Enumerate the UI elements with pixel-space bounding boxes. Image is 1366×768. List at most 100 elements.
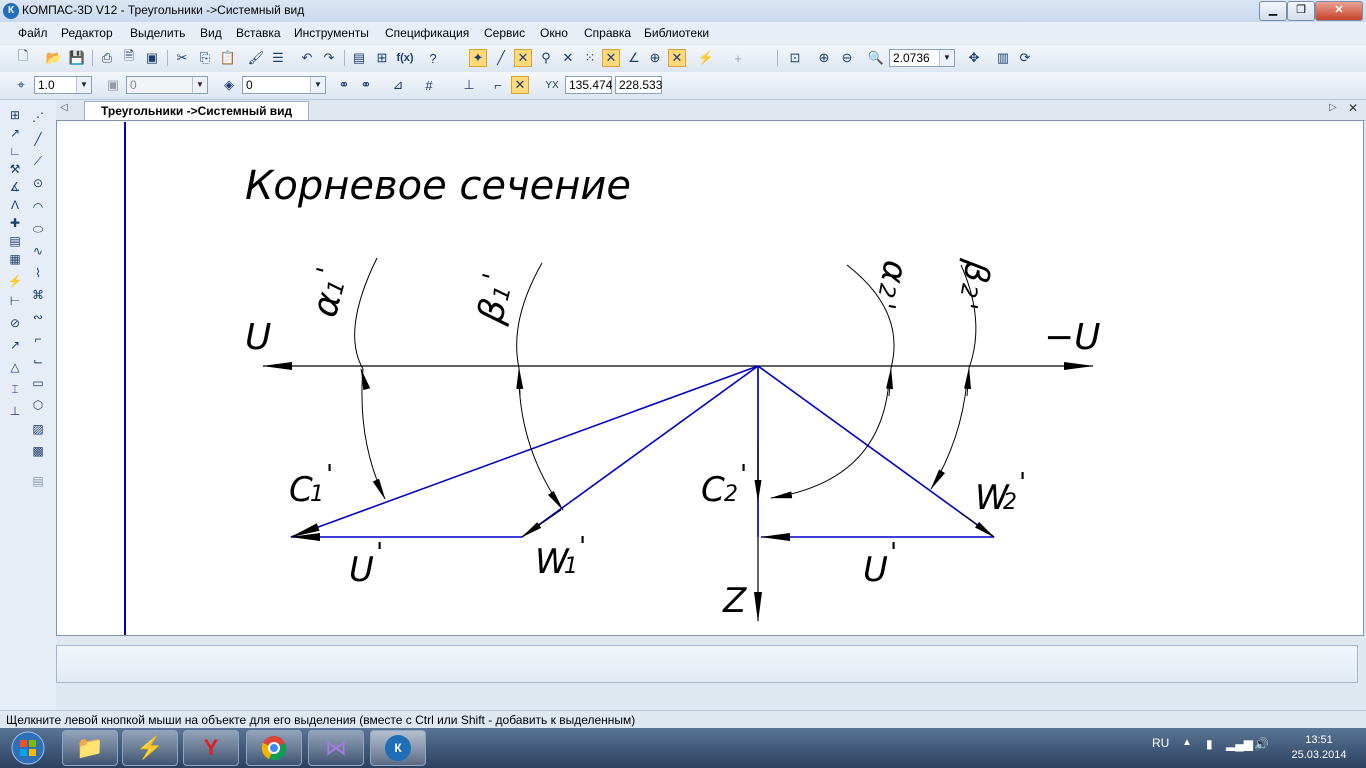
menu-window[interactable]: Окно xyxy=(540,26,568,40)
undo-button[interactable]: ↶ xyxy=(298,49,316,67)
menu-editor[interactable]: Редактор xyxy=(61,26,113,40)
clock[interactable]: 13:51 25.03.2014 xyxy=(1286,733,1352,763)
snap-angle-button[interactable]: ✕ xyxy=(559,49,577,67)
tool-aux-line[interactable]: ╱ xyxy=(29,130,47,148)
tool-geometry[interactable]: ⊞ xyxy=(6,106,24,124)
snaps-active-button[interactable]: ✕ xyxy=(511,76,529,94)
close-button[interactable]: ✕ xyxy=(1315,1,1363,21)
snap-normal-button[interactable]: ✕ xyxy=(602,49,620,67)
zoom-combo[interactable]: 2.0736 ▼ xyxy=(889,49,955,67)
menu-insert[interactable]: Вставка xyxy=(236,26,281,40)
tool-fill[interactable]: ▩ xyxy=(29,442,47,460)
tab-triangles[interactable]: Треугольники ->Системный вид xyxy=(84,101,310,120)
tool-arc-dim[interactable]: ⌶ xyxy=(6,380,24,398)
print-preview-button[interactable]: ▣ xyxy=(143,49,161,67)
tool-dimensions[interactable]: ↗ xyxy=(6,124,24,142)
tool-macro[interactable]: ▤ xyxy=(29,472,47,490)
tool-edit[interactable]: ⚒ xyxy=(6,160,24,178)
tool-fillet[interactable]: ⌐ xyxy=(29,330,47,348)
tool-arc[interactable]: ◠ xyxy=(29,198,47,216)
refresh-view-button[interactable]: ▥ xyxy=(994,49,1012,67)
print-button[interactable]: ⎙ xyxy=(98,49,116,67)
redo-button[interactable]: ↷ xyxy=(320,49,338,67)
open-button[interactable]: 📂 xyxy=(45,49,63,67)
grid-button[interactable]: # xyxy=(420,76,438,94)
view-number-combo[interactable]: 0 ▼ xyxy=(126,76,208,94)
snap-grid-button[interactable]: ⁙ xyxy=(581,49,599,67)
context-help-button[interactable]: ? xyxy=(424,49,442,67)
tool-select[interactable]: ✚ xyxy=(6,214,24,232)
taskbar-visual-studio[interactable]: ⋈ xyxy=(308,730,364,766)
tree-button[interactable]: ⊞ xyxy=(373,49,391,67)
tool-spec[interactable]: ▤ xyxy=(6,232,24,250)
taskbar-chrome[interactable] xyxy=(246,730,302,766)
save-button[interactable]: 💾 xyxy=(68,49,86,67)
cut-button[interactable]: ✂ xyxy=(173,49,191,67)
tool-params[interactable]: ∡ xyxy=(6,178,24,196)
snap-magnet-button[interactable]: ⚡ xyxy=(697,49,715,67)
menu-libraries[interactable]: Библиотеки xyxy=(644,26,709,40)
menu-tools[interactable]: Инструменты xyxy=(294,26,369,40)
tool-hatch[interactable]: ▨ xyxy=(29,420,47,438)
properties-button[interactable]: ☰ xyxy=(269,49,287,67)
tool-contour[interactable]: ⌘ xyxy=(29,286,47,304)
tool-polyline[interactable]: ∿ xyxy=(29,242,47,260)
volume-icon[interactable]: 🔊 xyxy=(1254,737,1269,751)
tool-designations[interactable]: ∟ xyxy=(6,142,24,160)
menu-select[interactable]: Выделить xyxy=(130,26,185,40)
tool-polygon[interactable]: ⬡ xyxy=(29,396,47,414)
format-painter-button[interactable]: 🖌 xyxy=(247,49,265,67)
taskbar-yandex[interactable]: Y xyxy=(183,730,239,766)
tool-ellipse[interactable]: ⬭ xyxy=(29,220,47,238)
tab-scroll-left-icon[interactable]: ◁ xyxy=(60,102,68,113)
menu-view[interactable]: Вид xyxy=(200,26,222,40)
tool-rectangle[interactable]: ▭ xyxy=(29,374,47,392)
snap-bisector-button[interactable]: ∠ xyxy=(625,49,643,67)
tool-point[interactable]: ⋰ xyxy=(29,108,47,126)
layer-state-button[interactable]: ◈ xyxy=(220,76,238,94)
redraw-button[interactable]: ⟳ xyxy=(1016,49,1034,67)
zoom-out-button[interactable]: ⊖ xyxy=(838,49,856,67)
start-button[interactable] xyxy=(2,730,54,766)
tab-close-icon[interactable]: ✕ xyxy=(1348,101,1358,115)
snap-nearest-button[interactable]: ✦ xyxy=(469,49,487,67)
language-indicator[interactable]: RU xyxy=(1152,736,1169,750)
cursor-step-button[interactable]: ⌖ xyxy=(12,76,30,94)
menu-specification[interactable]: Спецификация xyxy=(385,26,469,40)
manager-button[interactable]: ▤ xyxy=(350,49,368,67)
view-state-button[interactable]: ▣ xyxy=(104,76,122,94)
menu-file[interactable]: Файл xyxy=(18,26,48,40)
zoom-scale-button[interactable]: 🔍 xyxy=(867,49,885,67)
tool-angle-dim[interactable]: △ xyxy=(6,358,24,376)
layer-combo[interactable]: 0 ▼ xyxy=(242,76,326,94)
menu-help[interactable]: Справка xyxy=(584,26,631,40)
signal-icon[interactable]: ▂▄▆ xyxy=(1226,737,1253,751)
minimize-button[interactable]: ▁ xyxy=(1259,1,1287,21)
tool-spline[interactable]: ⌇ xyxy=(29,264,47,282)
tool-auto-line[interactable]: ⚡ xyxy=(6,272,24,290)
magnet-button[interactable]: ⚭ xyxy=(335,76,353,94)
tray-expand-icon[interactable]: ▲ xyxy=(1182,737,1192,748)
coord-y-field[interactable]: 228.533 xyxy=(615,76,662,94)
tab-scroll-right-icon[interactable]: ▷ xyxy=(1329,102,1337,113)
taskbar-kompas[interactable]: К xyxy=(370,730,426,766)
tool-height-dim[interactable]: ⊥ xyxy=(6,402,24,420)
variables-button[interactable]: f(x) xyxy=(396,49,414,67)
tool-linear-dim[interactable]: ⊢ xyxy=(6,292,24,310)
drawing-canvas[interactable]: Корневое сечение U −U Z C 1 ' C 2 ' W 1 … xyxy=(56,120,1364,636)
zoom-in-button[interactable]: ⊕ xyxy=(815,49,833,67)
snap-intersection-button[interactable]: ╱ xyxy=(492,49,510,67)
tool-circle-dim[interactable]: ⊘ xyxy=(6,314,24,332)
paste-button[interactable]: 📋 xyxy=(219,49,237,67)
tool-reports[interactable]: ▦ xyxy=(6,250,24,268)
tool-chamfer[interactable]: ⌙ xyxy=(29,352,47,370)
taskbar-explorer[interactable]: 📁 xyxy=(62,730,118,766)
ortho-mode-button[interactable]: ⌐ xyxy=(489,76,507,94)
tool-measure[interactable]: Λ xyxy=(6,196,24,214)
ortho-button[interactable]: ⊿ xyxy=(389,76,407,94)
scale-combo[interactable]: 1.0 ▼ xyxy=(34,76,92,94)
new-doc-button[interactable]: 🗋 xyxy=(14,48,32,67)
tool-segment[interactable]: ⟋ xyxy=(29,152,47,170)
tool-circle[interactable]: ⊙ xyxy=(29,174,47,192)
snap-toggle-button[interactable]: ⚭ xyxy=(357,76,375,94)
